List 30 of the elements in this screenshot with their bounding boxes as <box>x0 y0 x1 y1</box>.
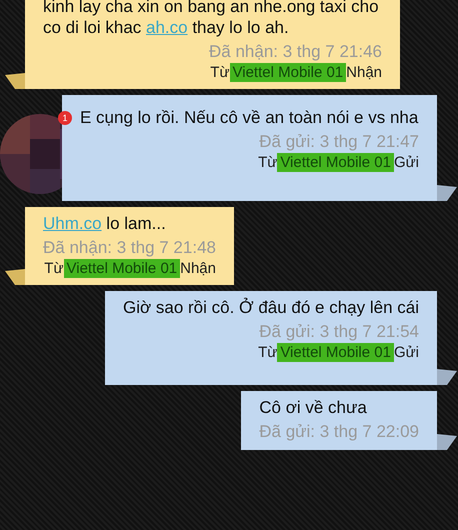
bubble-tail <box>5 73 25 89</box>
sim-name: Viettel Mobile 01 <box>277 153 394 172</box>
bubble-tail <box>437 434 457 450</box>
timestamp: Đã gửi: 3 thg 7 22:09 <box>259 422 419 441</box>
message-text: E cụng lo rồi. Nếu cô về an toàn nói e vs nha <box>80 107 419 128</box>
timestamp: Đã gửi: 3 thg 7 21:54 <box>259 322 419 341</box>
direction-label: Nhận <box>180 260 216 277</box>
timestamp: Đã nhận: 3 thg 7 21:46 <box>209 42 382 61</box>
direction-label: Gửi <box>394 154 419 171</box>
message-text: kinh lay cha xin on bang an nhe.ong taxi cho co di loi khac ah.co thay lo lo ah. <box>43 0 380 38</box>
notification-badge: 1 <box>58 111 72 125</box>
direction-label: Gửi <box>394 344 419 361</box>
link[interactable]: ah.co <box>146 18 188 37</box>
from-label: Từ <box>210 64 230 81</box>
timestamp: Đã nhận: 3 thg 7 21:48 <box>43 238 216 257</box>
message-text: Uhm.co lo lam... <box>43 213 167 234</box>
timestamp: Đã gửi: 3 thg 7 21:47 <box>259 132 419 151</box>
bubble-tail <box>437 369 457 385</box>
link[interactable]: Uhm.co <box>43 214 102 233</box>
from-label: Từ <box>44 260 64 277</box>
message-text: Cô ơi về chưa <box>259 397 368 418</box>
sim-name: Viettel Mobile 01 <box>230 63 346 82</box>
from-label: Từ <box>258 154 278 171</box>
bubble-tail <box>5 269 25 285</box>
direction-label: Nhận <box>346 64 382 81</box>
message-text: Giờ sao rồi cô. Ở đâu đó e chạy lên cái <box>123 297 419 318</box>
bubble-tail <box>437 185 457 201</box>
sim-name: Viettel Mobile 01 <box>64 259 180 278</box>
from-label: Từ <box>258 344 278 361</box>
sim-name: Viettel Mobile 01 <box>277 343 394 362</box>
